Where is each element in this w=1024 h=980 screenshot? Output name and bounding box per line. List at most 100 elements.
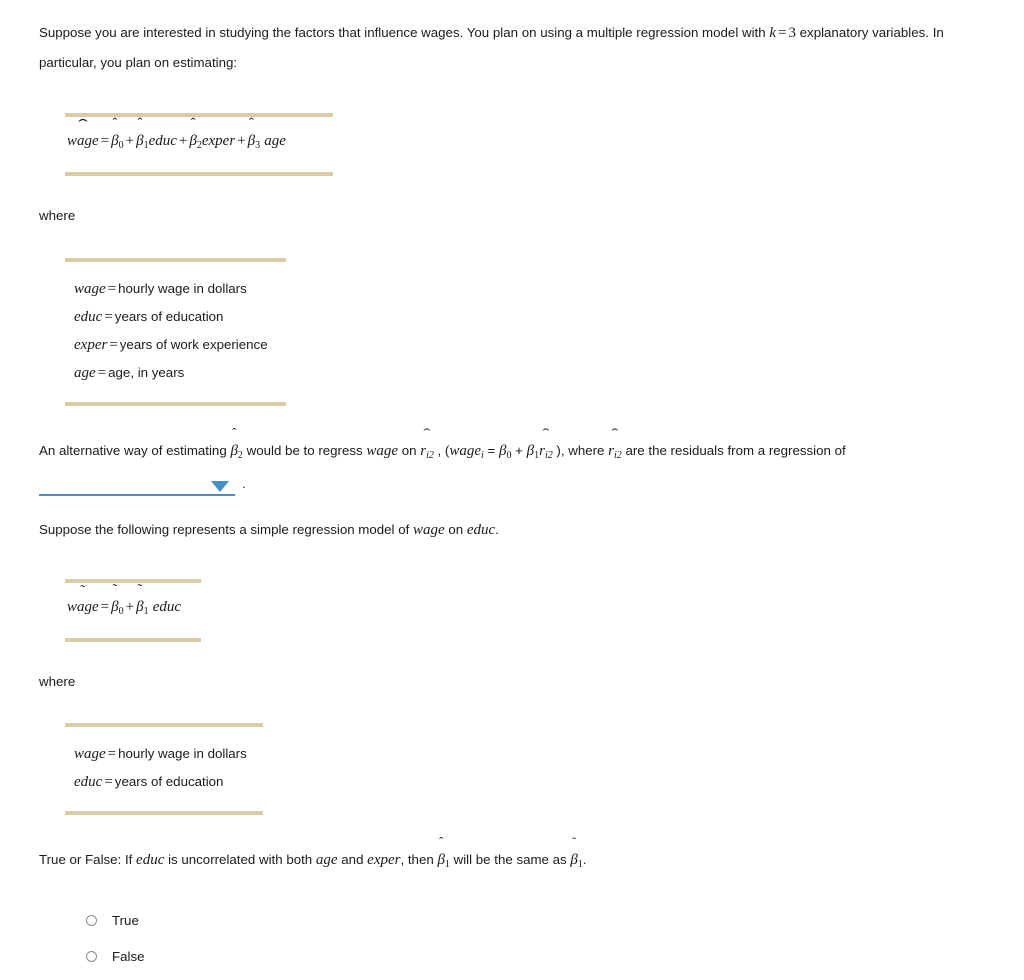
eq1-var-1: educ (148, 133, 177, 149)
intro-text-part1: Suppose you are interested in studying t… (39, 25, 770, 40)
tf-seg3: and (337, 851, 368, 867)
eq1-var-3: age (264, 133, 286, 149)
definition-box-1: wage = hourly wage in dollars educ = years o… (65, 257, 286, 406)
tf-beta-hat: β (437, 851, 445, 868)
tf-seg5: will be the same as (449, 851, 571, 867)
tf-seg6: . (582, 851, 587, 867)
definition-row: age = age, in years (65, 359, 286, 387)
alt-seg1: An alternative way of estimating (39, 442, 231, 458)
sm-seg1: Suppose the following represents a simpl… (39, 522, 413, 538)
radio-button-icon[interactable] (86, 950, 97, 962)
tilde-accent-icon: ˜ (137, 582, 143, 599)
alt-seg7: are the residuals from a regression of (621, 442, 846, 458)
tilde-accent-icon: ˜ (112, 582, 118, 599)
sm-seg3: . (495, 522, 499, 538)
def1-meaning-2: years of work experience (119, 337, 268, 353)
option-true[interactable]: True (86, 902, 984, 938)
option-false[interactable]: False (86, 938, 984, 974)
alt-plus: + (511, 442, 527, 458)
alt-b1: β (526, 442, 535, 459)
definition-row: educ = years of education (65, 303, 286, 331)
eq1-coef-3: β (247, 133, 256, 149)
dropdown-row: . (39, 471, 984, 497)
eq2-var-1: educ (152, 599, 182, 616)
sm-var1: wage (413, 522, 445, 539)
tilde-accent-icon: ˜ (80, 582, 86, 599)
alt-wage: wage (366, 442, 399, 459)
eq1-op-3: + (237, 133, 246, 149)
eq1-sub-0: 0 (118, 139, 124, 151)
eq2-lhs: wage (67, 599, 99, 616)
simple-model-intro: Suppose the following represents a simpl… (39, 515, 984, 545)
where-label-1: where (39, 207, 76, 223)
where-label-2: where (39, 674, 76, 690)
eq1-sub-3: 3 (255, 139, 261, 151)
alt-seg3: on (398, 442, 421, 458)
def1-meaning-1: years of education (114, 309, 224, 324)
k-value: 3 (788, 25, 796, 41)
eq1-op-2: + (178, 133, 188, 149)
hat-accent-icon: ˆ (249, 115, 254, 132)
k-symbol: k (769, 25, 776, 41)
alt-r3-sub: i2 (613, 449, 622, 461)
alternative-paragraph: An alternative way of estimating ˆ β2 wou… (39, 426, 984, 470)
def2-eq-0: = (107, 746, 117, 763)
def2-term-1: educ (74, 774, 103, 791)
def2-meaning-0: hourly wage in dollars (118, 746, 247, 762)
eq2-sub-1: 1 (143, 606, 149, 618)
alt-seg2: would be to regress (242, 442, 367, 458)
alt-beta2: β (230, 442, 238, 459)
def1-term-3: age (74, 365, 96, 382)
eq2-op-1: + (125, 599, 135, 616)
tf-var3: exper (367, 851, 401, 868)
eq1-lhs: wage (67, 133, 99, 149)
regression-variable-dropdown[interactable] (39, 472, 235, 497)
dropdown-trailing-period: . (242, 476, 246, 492)
eq2-coef-1: β (136, 599, 144, 616)
def1-eq-2: = (109, 337, 118, 354)
question-page: Suppose you are interested in studying t… (0, 0, 1024, 974)
def1-term-0: wage (74, 280, 106, 297)
eq1-var-2: exper (201, 133, 236, 149)
radio-button-icon[interactable] (86, 914, 97, 926)
tf-var2: age (315, 851, 338, 868)
hat-accent-icon: ˆ (137, 115, 143, 132)
alt-seg4: , ( (433, 442, 450, 458)
alt-r2-sub: i2 (544, 449, 553, 461)
hat-accent-icon: ˆ (190, 115, 196, 132)
eq1-coef-2: β (189, 133, 197, 149)
equation-box-1: ˆ wage = ˆ β0 + ˆ β1educ + ˆ β2exper + ˆ β3 age (65, 113, 333, 176)
tf-seg4: , then (400, 851, 438, 867)
definition-row: wage = hourly wage in dollars (65, 740, 263, 768)
definition-row: exper = years of work experience (65, 331, 286, 359)
alt-r1-sub: i2 (426, 449, 434, 461)
def1-eq-0: = (107, 280, 117, 297)
eq2-sub-0: 0 (118, 606, 124, 618)
answer-options: True False (86, 902, 984, 974)
sm-seg2: on (444, 522, 467, 538)
def2-term-0: wage (74, 746, 106, 763)
chevron-down-icon (211, 481, 229, 493)
alt-seg6: ), where (552, 442, 609, 458)
widehat-accent-icon: ˆ (77, 116, 88, 134)
equation-1: ˆ wage = ˆ β0 + ˆ β1educ + ˆ β2exper + ˆ β3 age (65, 116, 333, 160)
k-equals: = (777, 25, 787, 41)
equation-box-2: ˜ wage = ˜ β0 + ˜ β1 educ (65, 579, 201, 643)
tf-var1: educ (136, 851, 165, 868)
definition-box-2: wage = hourly wage in dollars educ = years o… (65, 723, 263, 815)
tf-seg1: True or False: If (39, 851, 137, 867)
hat-accent-icon: ˆ (112, 115, 118, 132)
def1-term-1: educ (74, 309, 103, 325)
alt-wage-i: wage (449, 442, 482, 459)
eq1-equals: = (100, 133, 110, 149)
eq2-equals: = (100, 599, 110, 616)
tf-beta-tilde: β (570, 851, 578, 868)
option-label: True (112, 912, 139, 928)
definition-row: wage = hourly wage in dollars (65, 275, 286, 303)
intro-paragraph: Suppose you are interested in studying t… (39, 18, 984, 77)
def1-meaning-0: hourly wage in dollars (118, 280, 247, 296)
def1-meaning-3: age, in years (108, 365, 185, 381)
sm-var2: educ (466, 522, 496, 539)
def1-eq-1: = (104, 309, 113, 325)
alt-seg5: = (483, 442, 499, 458)
